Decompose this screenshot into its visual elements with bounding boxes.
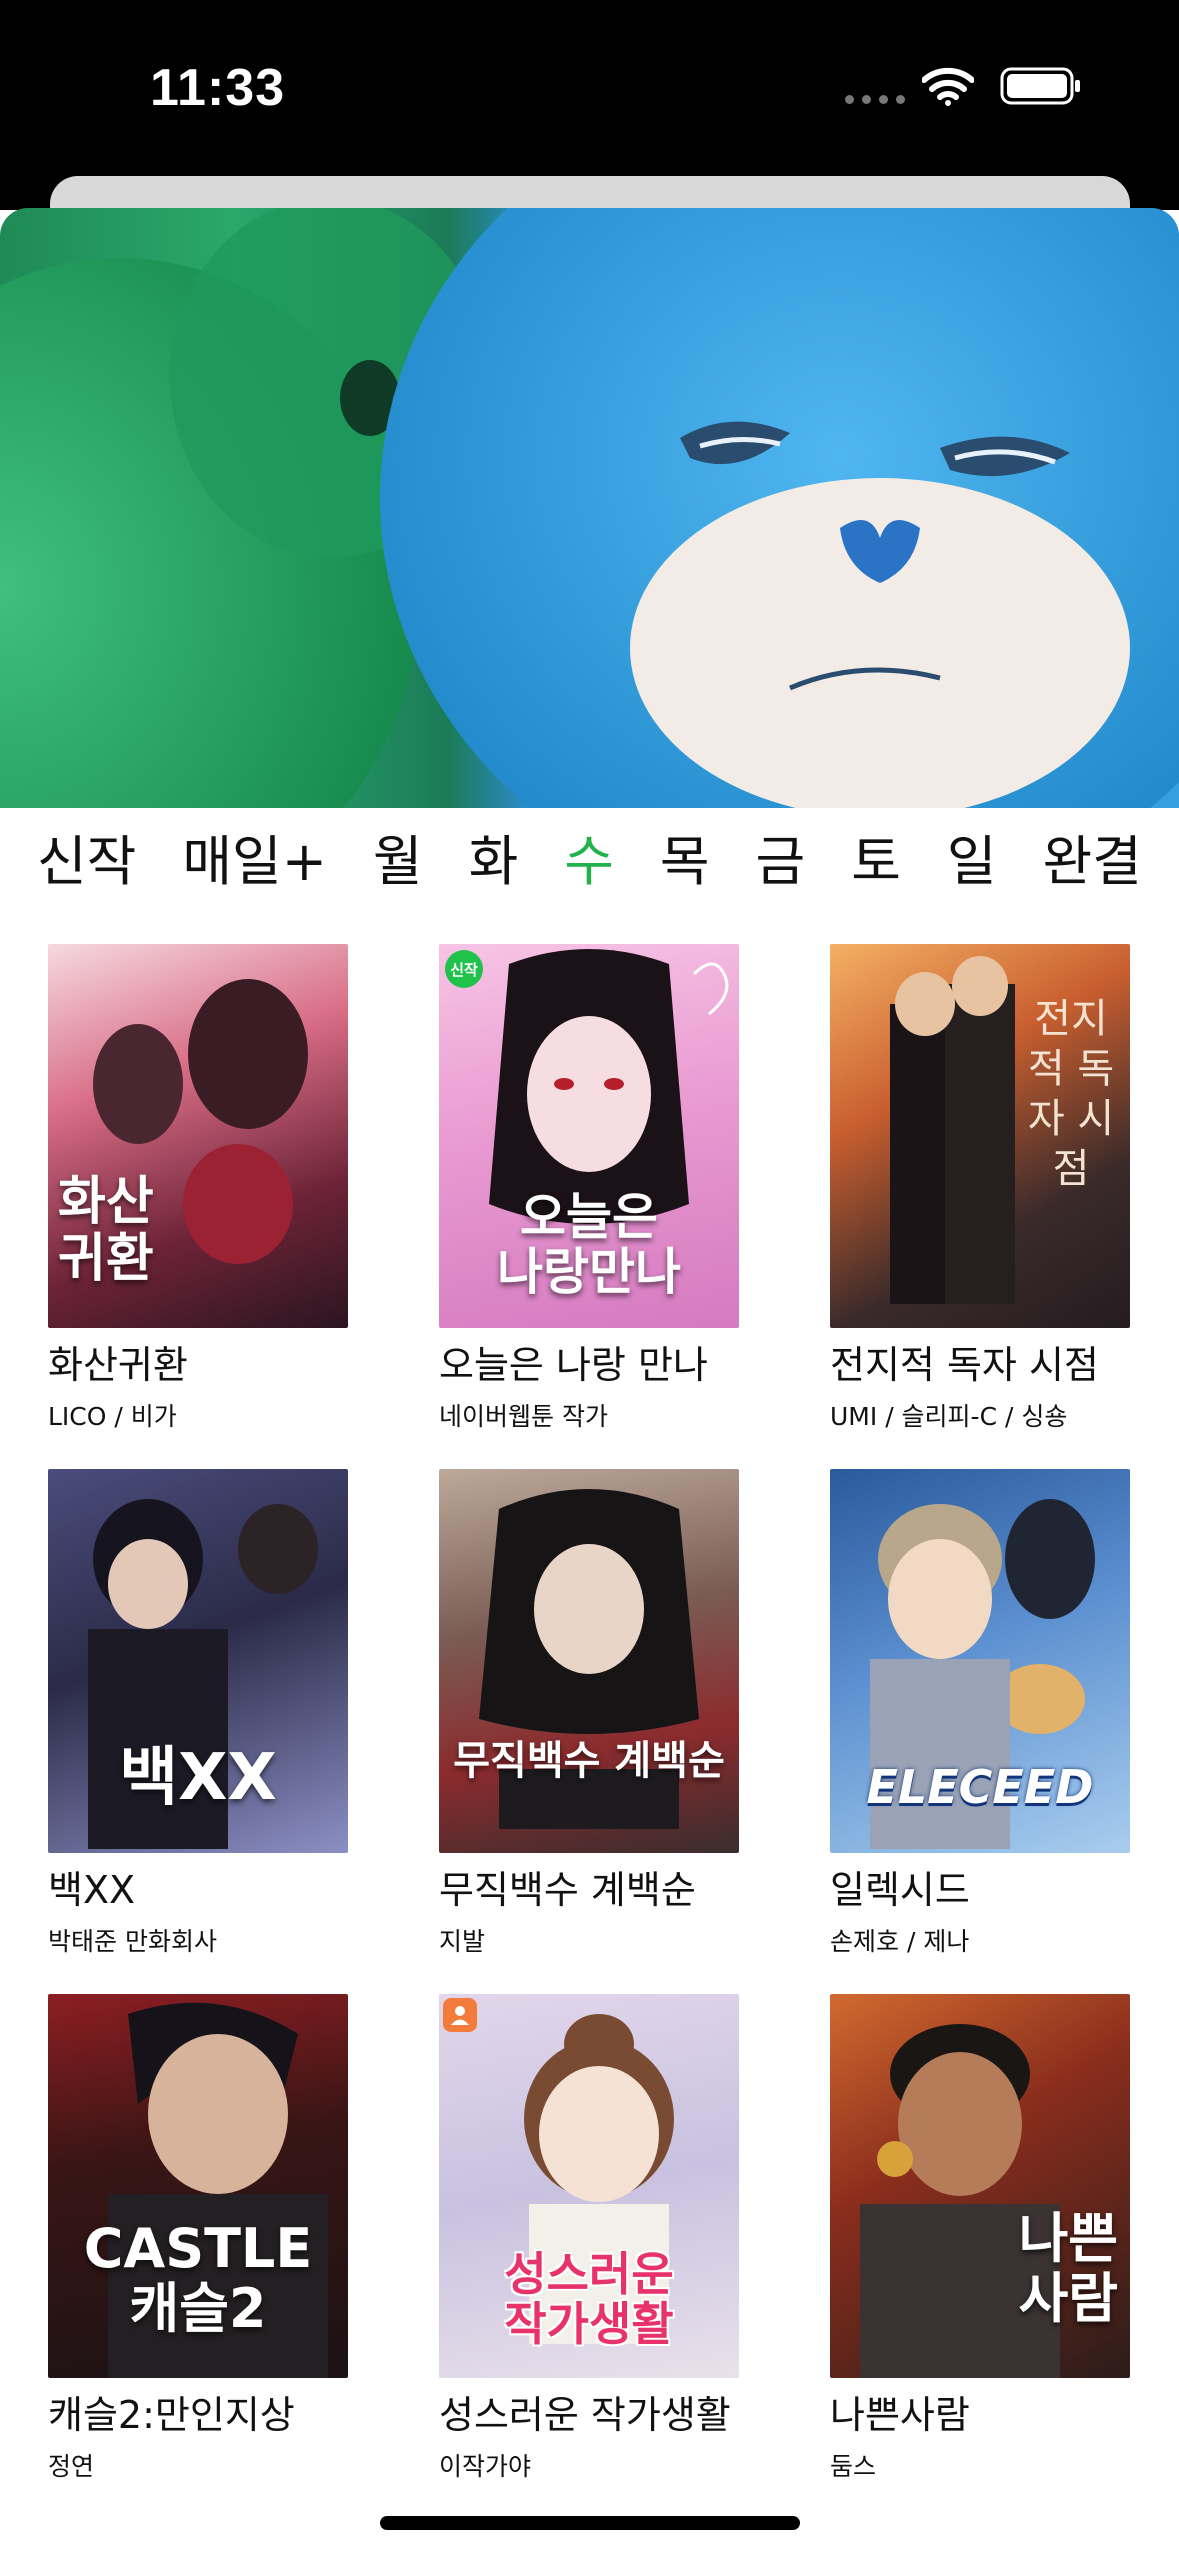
comic-card[interactable]: 화산 귀환 화산귀환 LICO / 비가	[48, 944, 348, 1433]
battery-icon	[1000, 67, 1080, 105]
comic-title: 백XX	[48, 1868, 136, 1912]
comic-title: 나쁜사람	[830, 2393, 970, 2437]
comic-card[interactable]: 무직백수 계백순 무직백수 계백순 지발	[439, 1469, 739, 1958]
tab-daily-plus[interactable]: 매일+	[176, 817, 333, 896]
comic-grid: 화산 귀환 화산귀환 LICO / 비가 신작 오늘은 나랑만나 오늘은 나랑 …	[48, 944, 1132, 2483]
comic-cover[interactable]: 성스러운 작가생활	[439, 1994, 739, 2378]
cover-title: 성스러운 작가생활	[504, 2246, 674, 2352]
comic-author: 손제호 / 제나	[830, 1927, 970, 1956]
cover-art	[479, 1489, 699, 1829]
comic-card[interactable]: 나쁜 사람 나쁜사람 둠스	[830, 1994, 1130, 2483]
comic-cover[interactable]: 화산 귀환	[48, 944, 348, 1328]
cover-title: 화산 귀환	[58, 1171, 154, 1289]
tab-wednesday[interactable]: 수	[558, 817, 620, 896]
comic-author: 둠스	[830, 2452, 877, 2481]
comic-cover[interactable]: CASTLE 캐슬2	[48, 1994, 348, 2378]
comic-title: 성스러운 작가생활	[439, 2393, 731, 2437]
comic-title: 캐슬2:만인지상	[48, 2393, 295, 2437]
comic-cover[interactable]: 나쁜 사람	[830, 1994, 1130, 2378]
cover-title: CASTLE 캐슬2	[83, 2217, 313, 2340]
comic-card[interactable]: 전지적 독자 시점 전지적 독자 시점 UMI / 슬리피-C / 싱숑	[830, 944, 1130, 1433]
cover-title: ELECEED	[866, 1760, 1094, 1815]
comic-cover[interactable]: 무직백수 계백순	[439, 1469, 739, 1853]
cover-title: 나쁜 사람	[1018, 2207, 1118, 2330]
comic-cover[interactable]: 백XX	[48, 1469, 348, 1853]
comic-title: 전지적 독자 시점	[830, 1343, 1099, 1387]
wifi-icon	[922, 67, 974, 106]
cover-title: 무직백수 계백순	[453, 1738, 725, 1784]
comic-card[interactable]: ELECEED 일렉시드 손제호 / 제나	[830, 1469, 1130, 1958]
home-indicator[interactable]	[380, 2516, 800, 2530]
comic-title: 무직백수 계백순	[439, 1868, 696, 1912]
comic-cover[interactable]: 전지적 독자 시점	[830, 944, 1130, 1328]
comic-cover[interactable]: ELECEED	[830, 1469, 1130, 1853]
cellular-signal-icon	[845, 95, 905, 104]
comic-author: 정연	[48, 2452, 95, 2481]
comic-author: 이작가야	[439, 2452, 532, 2481]
comic-author: LICO / 비가	[48, 1402, 177, 1431]
cover-title: 오늘은 나랑만나	[497, 1188, 681, 1301]
banner-illustration	[0, 208, 1179, 808]
comic-title: 오늘은 나랑 만나	[439, 1343, 708, 1387]
creator-badge-icon	[443, 1998, 477, 2032]
tab-sunday[interactable]: 일	[941, 817, 1003, 896]
tab-thursday[interactable]: 목	[654, 817, 716, 896]
cover-title: 백XX	[119, 1740, 277, 1815]
tab-monday[interactable]: 월	[367, 817, 429, 896]
tab-saturday[interactable]: 토	[845, 817, 907, 896]
comic-author: UMI / 슬리피-C / 싱숑	[830, 1402, 1068, 1431]
comic-card[interactable]: 성스러운 작가생활 성스러운 작가생활 이작가야	[439, 1994, 739, 2483]
tab-friday[interactable]: 금	[750, 817, 812, 896]
comic-cover[interactable]: 신작 오늘은 나랑만나	[439, 944, 739, 1328]
cover-title: 전지적 독자 시점	[1027, 996, 1115, 1192]
tab-new[interactable]: 신작	[31, 817, 142, 896]
comic-author: 박태준 만화회사	[48, 1927, 217, 1956]
weekday-tabs: 신작 매일+ 월 화 수 목 금 토 일 완결	[0, 808, 1179, 904]
comic-card[interactable]: 백XX 백XX 박태준 만화회사	[48, 1469, 348, 1958]
comic-title: 화산귀환	[48, 1343, 188, 1387]
promo-banner[interactable]	[0, 208, 1179, 808]
comic-author: 지발	[439, 1927, 486, 1956]
comic-author: 네이버웹툰 작가	[439, 1402, 608, 1431]
comic-card[interactable]: 신작 오늘은 나랑만나 오늘은 나랑 만나 네이버웹툰 작가	[439, 944, 739, 1433]
comic-title: 일렉시드	[830, 1868, 970, 1912]
tab-completed[interactable]: 완결	[1037, 817, 1148, 896]
new-badge: 신작	[445, 950, 483, 988]
comic-card[interactable]: CASTLE 캐슬2 캐슬2:만인지상 정연	[48, 1994, 348, 2483]
tab-tuesday[interactable]: 화	[463, 817, 525, 896]
status-time: 11:33	[150, 59, 286, 117]
